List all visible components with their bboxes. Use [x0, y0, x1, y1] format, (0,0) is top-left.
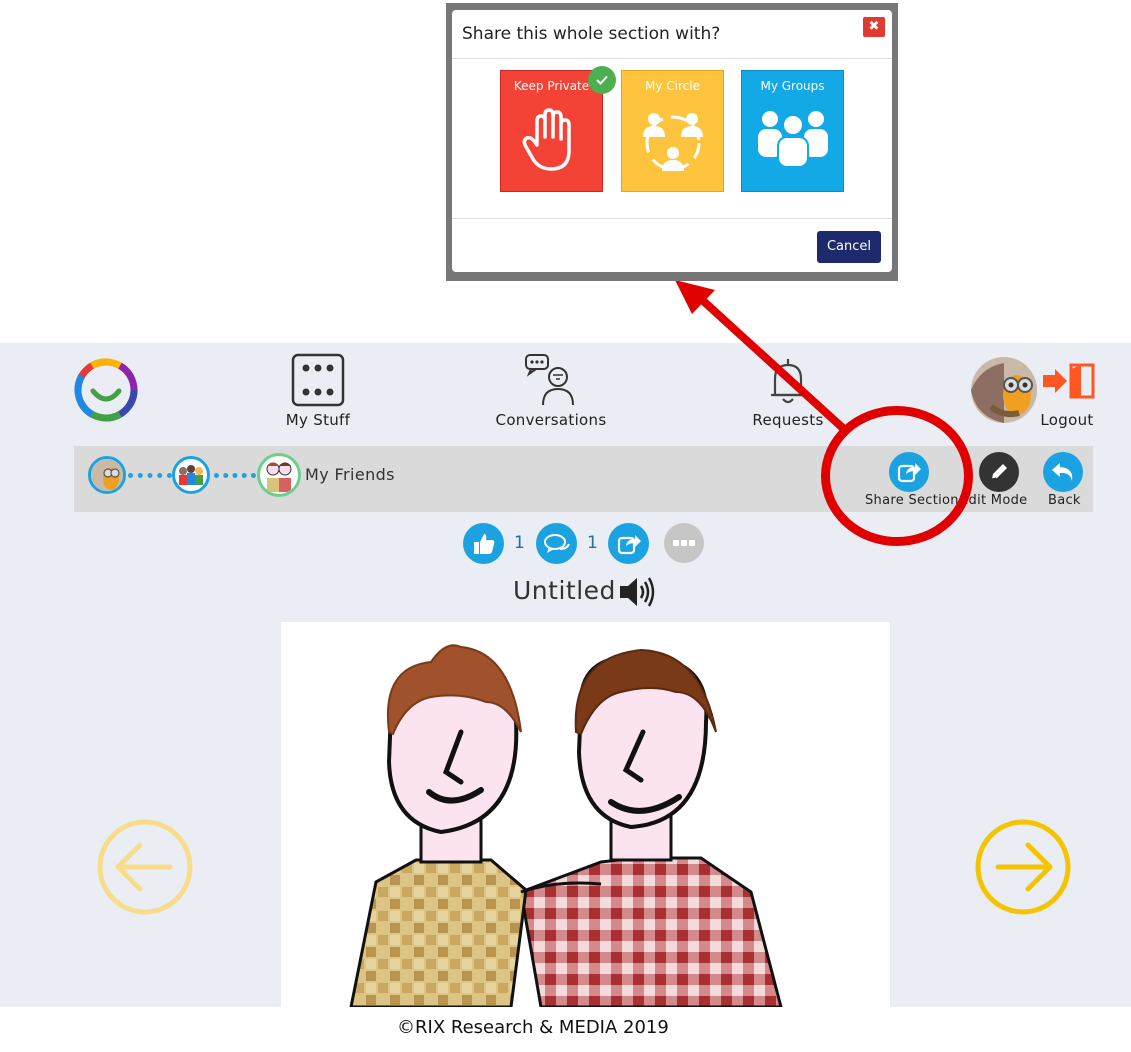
- cancel-label: Cancel: [826, 239, 872, 254]
- friends-drawing-icon: [266, 462, 292, 492]
- conversations-icon: [525, 354, 574, 406]
- breadcrumb-current-label: My Friends: [305, 465, 395, 484]
- logout-label: Logout: [1040, 411, 1094, 429]
- selected-check-badge: [588, 66, 616, 94]
- share-section-dialog: Share this whole section with? ✖ Keep Pr…: [452, 10, 892, 272]
- content-image: [281, 622, 890, 1007]
- footer: ©RIX Research & MEDIA 2019: [0, 1007, 1131, 1052]
- thumbs-up-icon: [473, 533, 494, 554]
- close-icon: ✖: [868, 19, 880, 34]
- more-options-button[interactable]: [664, 523, 704, 563]
- nav-conversations-label: Conversations: [495, 411, 607, 429]
- dialog-footer-divider: [452, 218, 892, 219]
- two-friends-illustration: [349, 644, 783, 1007]
- close-button[interactable]: ✖: [863, 17, 885, 37]
- share-icon: [617, 534, 641, 554]
- undo-arrow-icon: [1052, 463, 1073, 481]
- app-logo-icon[interactable]: [73, 357, 139, 423]
- group-people-icon: [758, 111, 828, 167]
- ellipsis-icon: [673, 540, 695, 546]
- next-page-arrow-icon[interactable]: [973, 817, 1073, 917]
- page-title: Untitled: [513, 576, 616, 605]
- check-icon: [596, 75, 608, 85]
- previous-page-arrow-icon[interactable]: [95, 817, 195, 917]
- edit-mode-button[interactable]: [979, 452, 1019, 492]
- nav-my-stuff-label: My Stuff: [285, 411, 351, 429]
- speaker-icon[interactable]: [618, 575, 656, 609]
- edit-mode-label: Edit Mode: [960, 493, 1028, 508]
- annotation-arrow: [675, 280, 849, 434]
- breadcrumb-connector: [214, 473, 256, 478]
- grid-icon: [291, 353, 345, 407]
- user-avatar-icon: [91, 459, 123, 491]
- dialog-divider: [452, 58, 892, 59]
- comment-count: 1: [587, 533, 598, 553]
- pencil-icon: [991, 464, 1007, 480]
- cancel-button[interactable]: Cancel: [817, 231, 881, 263]
- my-circle-option[interactable]: My Circle: [621, 70, 724, 192]
- my-groups-option[interactable]: My Groups: [741, 70, 844, 192]
- nav-my-stuff[interactable]: My Stuff: [278, 353, 358, 429]
- nav-conversations[interactable]: Conversations: [495, 353, 607, 429]
- share-button[interactable]: [608, 523, 649, 564]
- dialog-title: Share this whole section with?: [462, 24, 721, 44]
- breadcrumb-connector: [128, 473, 172, 478]
- breadcrumb-group-avatar[interactable]: [172, 456, 210, 494]
- user-avatar[interactable]: [971, 357, 1037, 423]
- circle-of-people-icon: [643, 113, 703, 171]
- page-title-text: Untitled: [513, 576, 616, 605]
- comments-button[interactable]: [536, 523, 577, 564]
- breadcrumb-friends-avatar[interactable]: [257, 453, 301, 497]
- people-group-icon: [179, 465, 203, 485]
- my-groups-label: My Groups: [760, 79, 825, 93]
- like-button[interactable]: [463, 523, 504, 564]
- like-count: 1: [514, 533, 525, 553]
- speech-bubbles-icon: [543, 533, 570, 553]
- my-circle-label: My Circle: [645, 79, 700, 93]
- logout-door-icon: [1043, 363, 1095, 399]
- app-screen: My Stuff Conversations Requests Logout M…: [0, 343, 1131, 1007]
- hand-stop-icon: [522, 108, 571, 171]
- back-button[interactable]: [1043, 452, 1083, 492]
- keep-private-label: Keep Private: [513, 79, 590, 93]
- copyright-text: ©RIX Research & MEDIA 2019: [397, 1017, 669, 1038]
- logout-button[interactable]: Logout: [1036, 363, 1098, 429]
- breadcrumb-user-avatar[interactable]: [88, 456, 126, 494]
- keep-private-option[interactable]: Keep Private: [500, 66, 616, 192]
- back-label: Back: [1048, 493, 1081, 508]
